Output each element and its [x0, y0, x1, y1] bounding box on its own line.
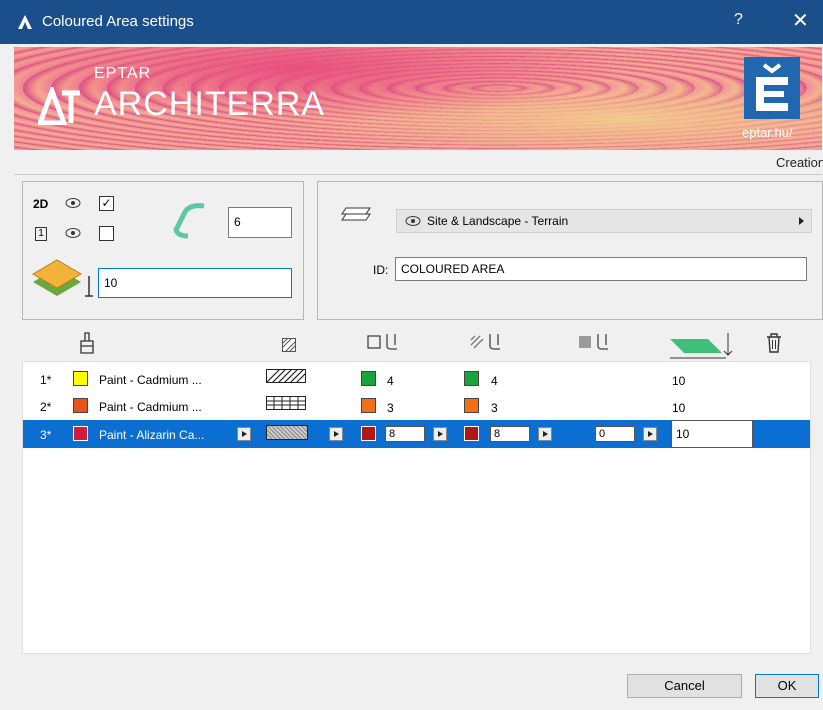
paint-name[interactable]: Paint - Alizarin Ca...	[99, 428, 204, 442]
contour-pen-icon	[367, 334, 397, 350]
layers-icon	[341, 207, 371, 221]
row-index: 3*	[40, 428, 52, 442]
layer-panel: Site & Landscape - Terrain ID: COLOURED …	[317, 181, 823, 320]
eye-icon	[65, 228, 81, 238]
label-3d: 1	[35, 227, 47, 241]
architerra-banner: EPTAR ARCHITERRA eptar.hu/	[14, 47, 822, 150]
divider	[14, 174, 822, 175]
contour-pen-swatch[interactable]	[361, 426, 376, 441]
area-height-field[interactable]: 10	[671, 420, 753, 448]
close-button[interactable]: ✕	[792, 8, 809, 33]
contour-pen-button[interactable]	[433, 427, 447, 441]
terrain-height-icon	[32, 259, 93, 297]
label-2d: 2D	[33, 197, 49, 211]
area-height-value[interactable]: 10	[672, 374, 685, 388]
table-row[interactable]: 1* Paint - Cadmium ... 4 4 10	[23, 366, 810, 392]
dropdown-arrow-icon	[799, 217, 804, 225]
eptar-logo-icon	[744, 57, 800, 119]
brand-title: ARCHITERRA	[94, 85, 326, 123]
background-pen-icon	[579, 334, 608, 350]
contour-pen-number[interactable]: 4	[387, 374, 394, 388]
delete-icon[interactable]	[766, 333, 782, 353]
paint-color-swatch[interactable]	[73, 398, 88, 413]
contour-pen-number[interactable]: 3	[387, 401, 394, 415]
fill-pen-number[interactable]: 4	[491, 374, 498, 388]
eye-icon	[65, 198, 81, 208]
table-row-selected[interactable]: 3* Paint - Alizarin Ca... 8 8 0 10	[23, 420, 810, 448]
layer-value: Site & Landscape - Terrain	[427, 214, 569, 228]
fill-pen-field[interactable]: 8	[490, 426, 530, 442]
hatch-pattern-icon	[282, 338, 296, 352]
ok-button[interactable]: OK	[755, 674, 819, 698]
hatch-diagonal-icon[interactable]	[266, 369, 306, 383]
fill-pen-swatch[interactable]	[464, 426, 479, 441]
contour-pen-field[interactable]: 8	[385, 426, 425, 442]
checkbox-2d[interactable]: ✓	[99, 196, 114, 211]
hatch-picker-button[interactable]	[329, 427, 343, 441]
eptar-url: eptar.hu/	[742, 125, 793, 140]
color-table: ︿ 1* Paint - Cadmium ... 4 4 10 2* Paint…	[22, 361, 811, 654]
paint-color-swatch[interactable]	[73, 371, 88, 386]
architerra-logo-icon	[38, 87, 80, 125]
creation-label: Creation	[776, 155, 823, 170]
contour-pen-swatch[interactable]	[361, 398, 376, 413]
background-pen-button[interactable]	[643, 427, 657, 441]
window-title: Coloured Area settings	[42, 13, 194, 30]
checkbox-3d[interactable]	[99, 226, 114, 241]
fill-pen-number[interactable]: 3	[491, 401, 498, 415]
id-label: ID:	[373, 263, 389, 277]
area-height-value[interactable]: 10	[672, 401, 685, 415]
brand-small: EPTAR	[94, 65, 152, 82]
fill-pen-icon	[470, 334, 500, 350]
table-row[interactable]: 2* Paint - Cadmium ... 3 3 10	[23, 393, 810, 419]
hatch-picker[interactable]	[266, 425, 308, 440]
eye-icon	[405, 216, 421, 226]
help-button[interactable]: ?	[734, 11, 743, 29]
row-index: 2*	[40, 400, 52, 414]
background-pen-field[interactable]: 0	[595, 426, 635, 442]
fill-pen-swatch[interactable]	[464, 398, 479, 413]
paint-name[interactable]: Paint - Cadmium ...	[99, 373, 202, 387]
archicad-icon	[18, 15, 32, 29]
fill-pen-swatch[interactable]	[464, 371, 479, 386]
fill-pen-button[interactable]	[538, 427, 552, 441]
paint-brush-icon	[80, 332, 94, 354]
cancel-button[interactable]: Cancel	[627, 674, 742, 698]
paint-picker-button[interactable]	[237, 427, 251, 441]
area-height-icon	[670, 333, 733, 359]
segments-field[interactable]: 6	[228, 207, 292, 238]
paint-color-swatch[interactable]	[73, 426, 88, 441]
visibility-panel: 2D ✓ 1 6 10	[22, 181, 304, 320]
polyline-segments-icon	[173, 203, 205, 239]
id-field[interactable]: COLOURED AREA	[395, 257, 807, 281]
row-index: 1*	[40, 373, 52, 387]
layer-dropdown[interactable]: Site & Landscape - Terrain	[396, 209, 812, 233]
height-field[interactable]: 10	[98, 268, 292, 298]
hatch-grid-icon[interactable]	[266, 396, 306, 410]
contour-pen-swatch[interactable]	[361, 371, 376, 386]
paint-name[interactable]: Paint - Cadmium ...	[99, 400, 202, 414]
title-bar: Coloured Area settings ? ✕	[0, 0, 823, 44]
